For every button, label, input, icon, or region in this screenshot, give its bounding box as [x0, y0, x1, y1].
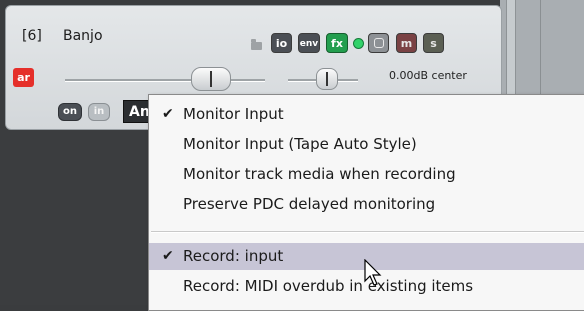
- automation-mode-button[interactable]: ar: [13, 68, 34, 87]
- menu-item-monitor-input-tape-auto[interactable]: Monitor Input (Tape Auto Style): [149, 131, 584, 158]
- mute-button[interactable]: m: [396, 33, 417, 53]
- folder-icon[interactable]: [251, 39, 262, 50]
- pan-slider-handle[interactable]: [316, 68, 338, 90]
- menu-item-monitor-track-media[interactable]: Monitor track media when recording: [149, 161, 584, 188]
- track-list-background: [0, 128, 148, 305]
- track-number: [6]: [22, 28, 42, 44]
- track-name[interactable]: Banjo: [63, 28, 103, 44]
- solo-button[interactable]: s: [423, 33, 444, 53]
- envelope-button[interactable]: env: [298, 33, 320, 53]
- menu-item-preserve-pdc[interactable]: Preserve PDC delayed monitoring: [149, 191, 584, 218]
- record-monitor-button[interactable]: in: [88, 103, 110, 121]
- mouse-pointer-icon: [364, 259, 382, 286]
- checkmark-icon: ✔: [162, 106, 174, 122]
- volume-slider-handle[interactable]: [191, 67, 231, 91]
- menu-item-label: Record: input: [183, 247, 284, 265]
- menu-item-label: Monitor track media when recording: [183, 165, 456, 183]
- volume-slider-track[interactable]: [65, 79, 265, 82]
- io-button[interactable]: io: [271, 33, 292, 53]
- checkmark-icon: ✔: [162, 248, 174, 264]
- menu-item-label: Monitor Input: [183, 105, 284, 123]
- menu-item-label: Monitor Input (Tape Auto Style): [183, 135, 417, 153]
- volume-pan-readout: 0.00dB center: [389, 69, 467, 82]
- menu-item-label: Preserve PDC delayed monitoring: [183, 195, 436, 213]
- menu-item-label: Record: MIDI overdub in existing items: [183, 277, 474, 295]
- menu-item-monitor-input[interactable]: ✔ Monitor Input: [149, 101, 584, 128]
- phase-invert-button[interactable]: [368, 33, 389, 53]
- fx-active-led-icon: [353, 38, 364, 49]
- fx-button[interactable]: fx: [326, 33, 348, 53]
- monitor-on-button[interactable]: on: [58, 103, 82, 121]
- menu-separator: [151, 231, 584, 233]
